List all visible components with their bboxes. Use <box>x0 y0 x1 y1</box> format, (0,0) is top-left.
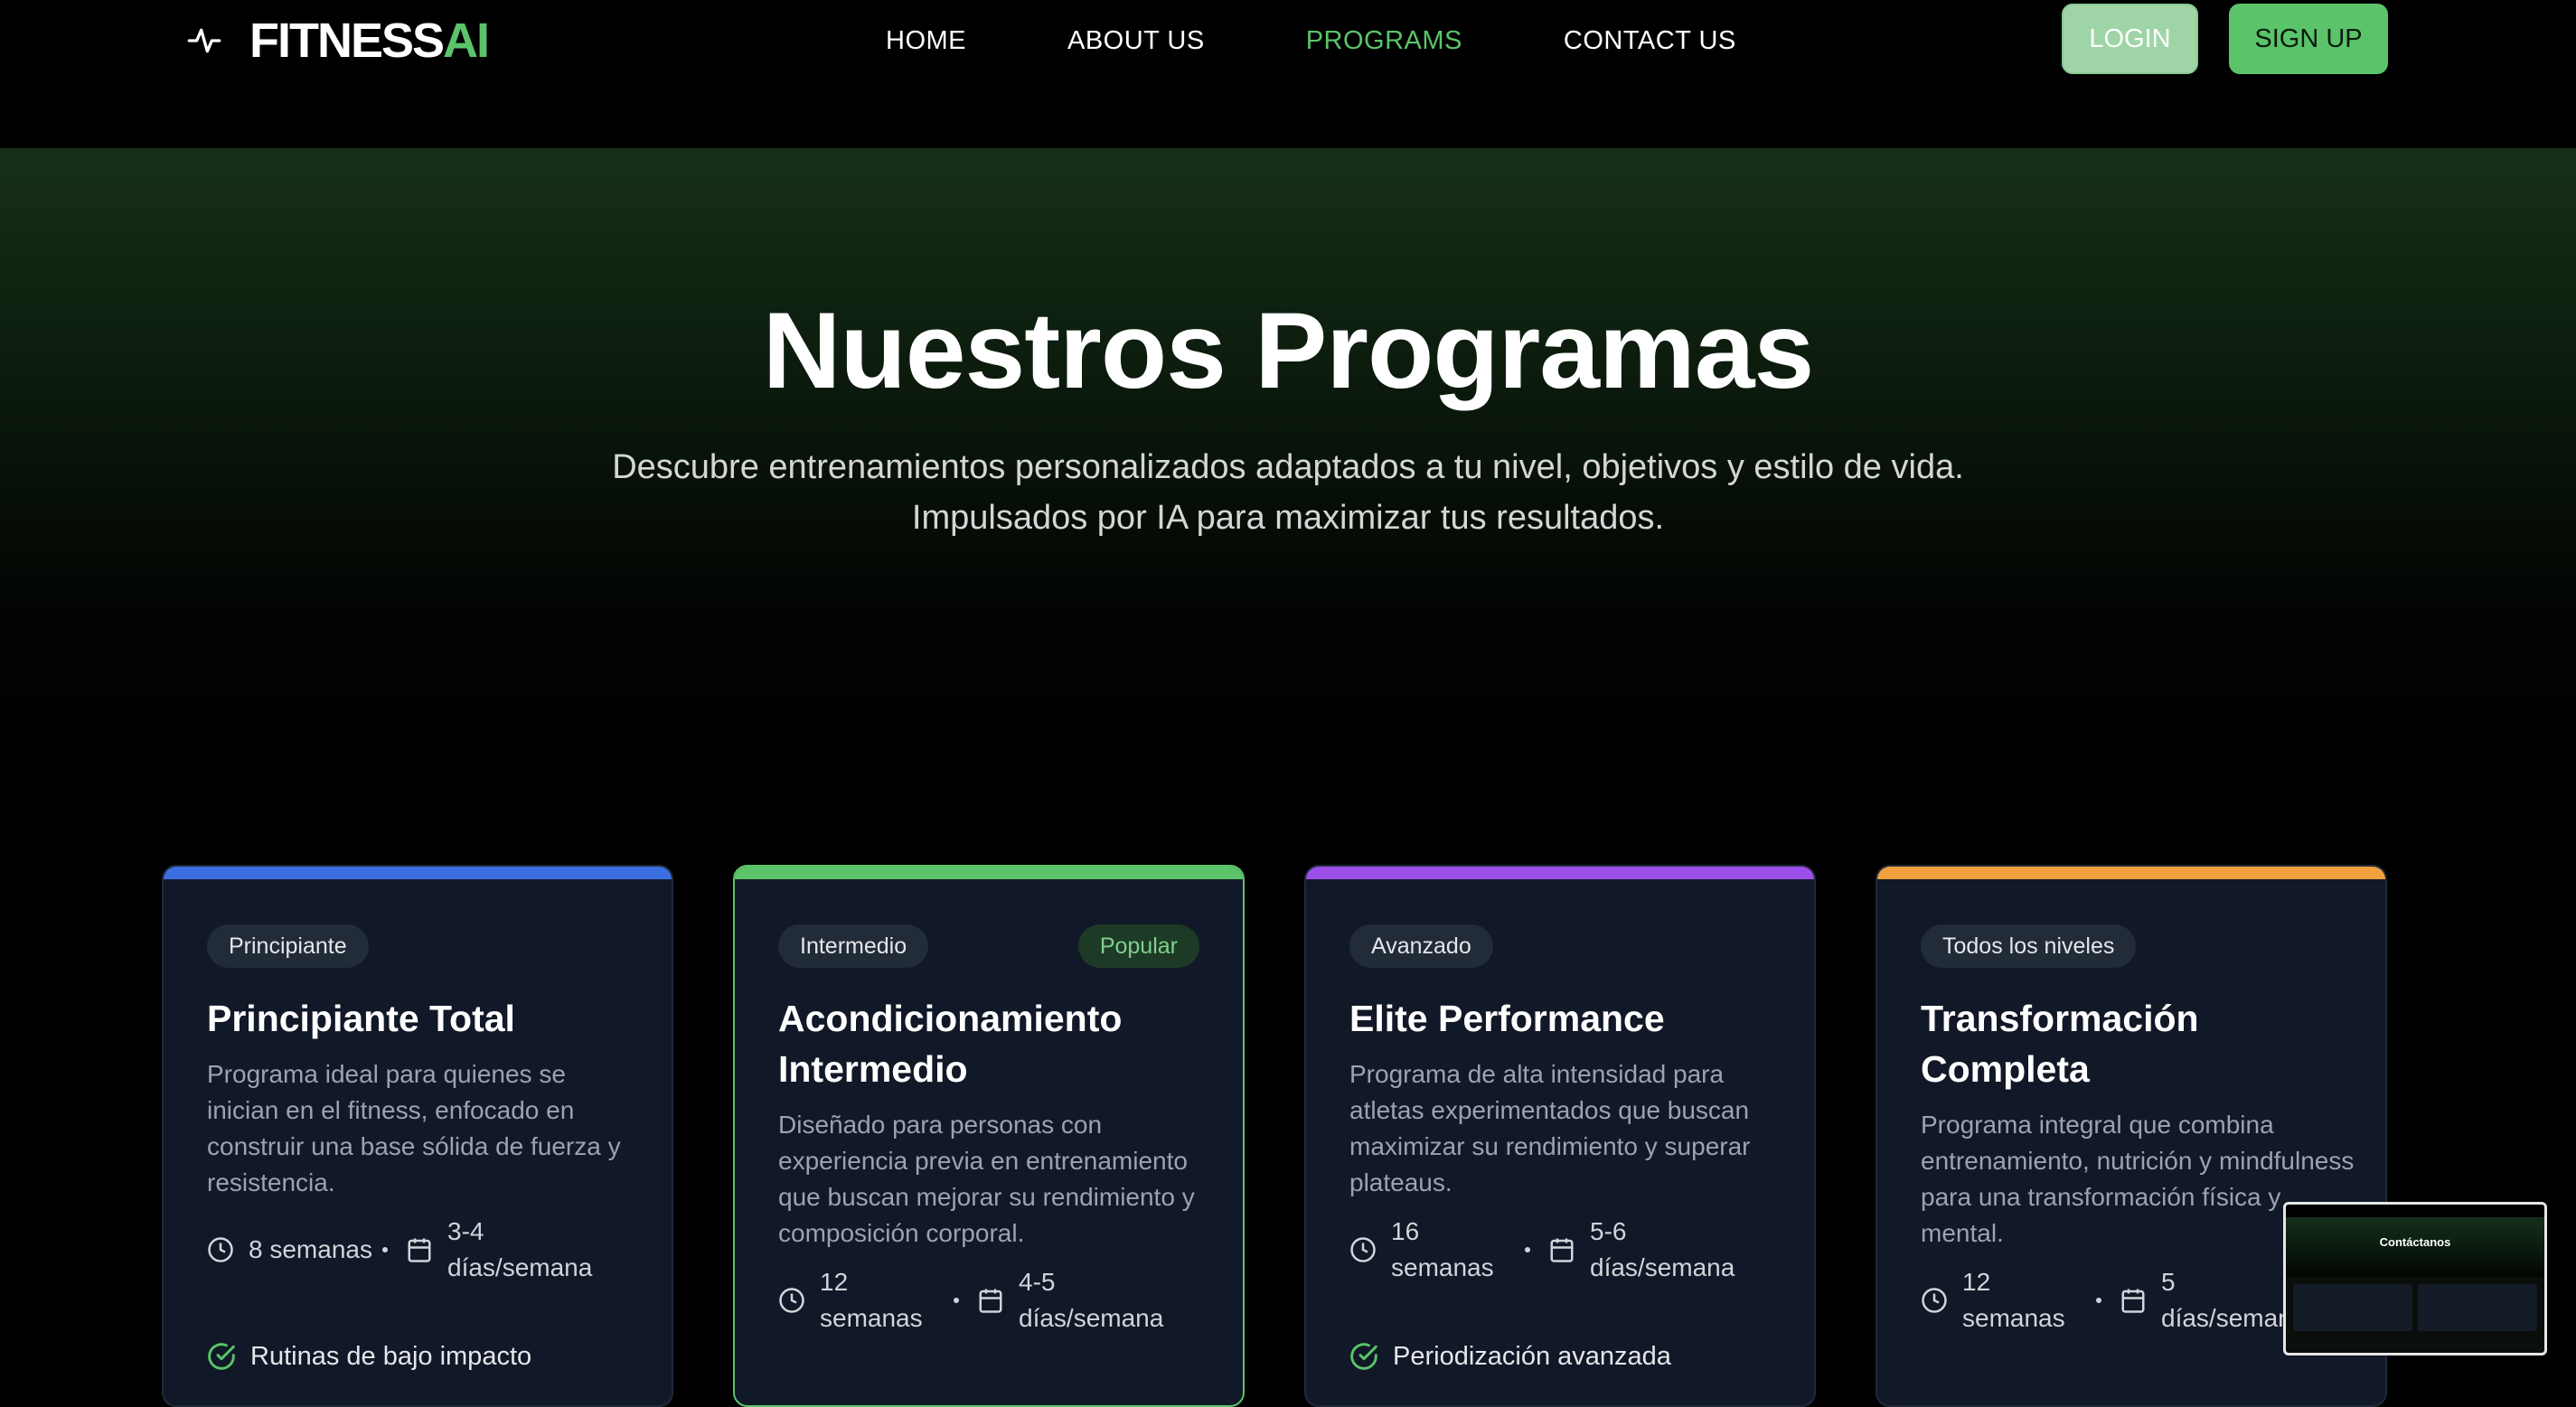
program-meta: 16 semanas 5-6 días/semana <box>1349 1214 1783 1286</box>
program-card-avanzado[interactable]: Avanzado Elite Performance Programa de a… <box>1304 865 1816 1407</box>
clock-icon <box>1922 1288 1947 1313</box>
program-title: Principiante Total <box>207 998 515 1039</box>
preview-navbar <box>2286 1205 2544 1217</box>
separator-dot <box>1525 1247 1530 1252</box>
nav-link-contact[interactable]: CONTACT US <box>1564 20 1736 61</box>
clock-icon <box>208 1237 233 1262</box>
separator-dot <box>954 1298 959 1303</box>
program-title: Elite Performance <box>1349 998 1665 1039</box>
nav-links: HOME ABOUT US PROGRAMS CONTACT US <box>886 20 1838 61</box>
preview-panels <box>2286 1277 2544 1338</box>
calendar-icon <box>2121 1289 2145 1313</box>
program-duration: 12 semanas <box>1962 1268 2065 1332</box>
calendar-icon <box>979 1289 1002 1313</box>
preview-title: Contáctanos <box>2379 1235 2451 1249</box>
card-accent-bar <box>1306 867 1814 879</box>
preview-panel <box>2293 1284 2412 1331</box>
page-subtitle: Descubre entrenamientos personalizados a… <box>612 448 1964 537</box>
program-title: Transformación Completa <box>1921 998 2199 1090</box>
calendar-icon <box>408 1238 431 1262</box>
brand-logo[interactable]: FITNESSAI <box>186 13 490 69</box>
nav-link-home[interactable]: HOME <box>886 20 966 61</box>
level-badge: Todos los niveles <box>1921 924 2137 968</box>
separator-dot <box>382 1247 388 1252</box>
program-description: Programa de alta intensidad para atletas… <box>1349 1060 1751 1196</box>
login-button[interactable]: LOGIN <box>2062 4 2198 74</box>
program-description: Diseñado para personas con experiencia p… <box>778 1111 1195 1247</box>
program-feature-text: Periodización avanzada <box>1393 1341 1671 1371</box>
top-navbar: FITNESSAI HOME ABOUT US PROGRAMS CONTACT… <box>0 0 2576 148</box>
page-preview-thumbnail[interactable]: Contáctanos <box>2283 1202 2547 1355</box>
program-title: Acondicionamiento Intermedio <box>778 998 1123 1090</box>
clock-icon <box>779 1288 804 1313</box>
card-accent-bar <box>735 867 1243 879</box>
program-frequency: 4-5 días/semana <box>1019 1268 1164 1332</box>
preview-panel <box>2418 1284 2537 1331</box>
program-frequency: 5-6 días/semana <box>1590 1217 1735 1281</box>
level-badge: Principiante <box>207 924 369 968</box>
program-frequency: 5 días/semana <box>2161 1268 2307 1332</box>
pulse-icon <box>187 28 221 53</box>
level-badge: Intermedio <box>778 924 929 968</box>
hero-section: Nuestros Programas Descubre entrenamient… <box>0 148 2576 745</box>
check-circle-icon <box>208 1343 235 1370</box>
program-meta: 12 semanas 4-5 días/semana <box>778 1264 1212 1337</box>
page-title: Nuestros Programas <box>762 290 1814 411</box>
level-badge: Avanzado <box>1349 924 1493 968</box>
calendar-icon <box>1550 1238 1574 1262</box>
brand-name: FITNESSAI <box>249 13 490 69</box>
program-feature: Periodización avanzada <box>1349 1338 1671 1374</box>
brand-name-accent: AI <box>443 14 490 68</box>
nav-link-programs[interactable]: PROGRAMS <box>1306 20 1462 61</box>
signup-button[interactable]: SIGN UP <box>2229 4 2388 74</box>
clock-icon <box>1350 1237 1376 1262</box>
preview-hero: Contáctanos <box>2286 1217 2544 1277</box>
program-description: Programa ideal para quienes se inician e… <box>207 1060 621 1196</box>
card-accent-bar <box>164 867 672 879</box>
program-duration: 16 semanas <box>1391 1217 1494 1281</box>
program-frequency: 3-4 días/semana <box>447 1217 593 1281</box>
program-duration: 12 semanas <box>820 1268 923 1332</box>
program-card-intermedio[interactable]: Intermedio Popular Acondicionamiento Int… <box>733 865 1245 1407</box>
program-feature: Rutinas de bajo impacto <box>207 1338 531 1374</box>
separator-dot <box>2096 1298 2101 1303</box>
program-duration: 8 semanas <box>249 1235 372 1263</box>
brand-name-main: FITNESS <box>249 14 445 68</box>
nav-link-about[interactable]: ABOUT US <box>1067 20 1205 61</box>
program-feature-text: Rutinas de bajo impacto <box>250 1341 532 1371</box>
card-accent-bar <box>1877 867 2385 879</box>
check-circle-icon <box>1350 1343 1377 1370</box>
popular-badge: Popular <box>1077 924 1199 968</box>
program-meta: 8 semanas 3-4 días/semana <box>207 1214 641 1286</box>
program-card-principiante[interactable]: Principiante Principiante Total Programa… <box>162 865 673 1407</box>
